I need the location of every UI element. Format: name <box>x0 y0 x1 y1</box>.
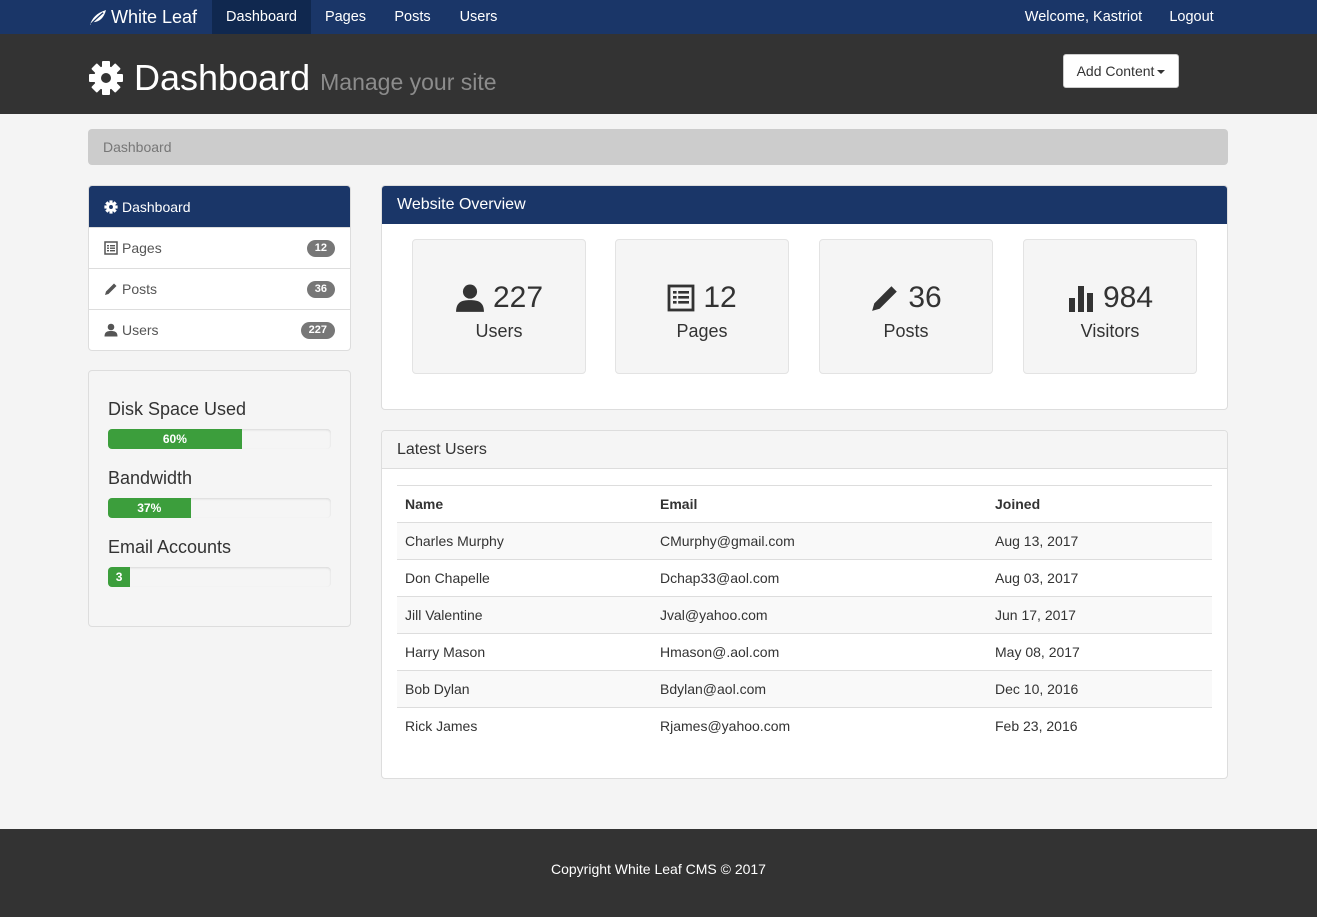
column-header-email: Email <box>652 485 987 523</box>
brand-label: White Leaf <box>111 6 198 27</box>
nav-pages[interactable]: Pages <box>311 0 380 34</box>
sidebar-item-label: Dashboard <box>122 198 191 215</box>
user-joined-cell: Dec 10, 2016 <box>987 670 1212 708</box>
pages-stat-card[interactable]: 12 Pages <box>615 239 789 374</box>
user-name-cell: Charles Murphy <box>397 522 652 560</box>
user-name-cell: Don Chapelle <box>397 559 652 597</box>
count-badge: 12 <box>306 239 335 257</box>
bar-chart-icon <box>1068 286 1093 312</box>
visitors-count: 984 <box>1102 281 1154 314</box>
disk-space-progress-bar: 60% <box>108 429 242 449</box>
page-footer: Copyright White Leaf CMS © 2017 <box>0 829 1317 917</box>
usage-stats-panel: Disk Space Used 60% Bandwidth 37% Email … <box>88 370 351 627</box>
add-content-button[interactable]: Add Content <box>1063 54 1179 88</box>
sidebar-item-dashboard[interactable]: Dashboard <box>89 186 350 227</box>
posts-card-label: Posts <box>883 321 929 341</box>
user-name-cell: Harry Mason <box>397 633 652 671</box>
sidebar-item-posts[interactable]: Posts 36 <box>89 268 350 309</box>
sidebar-item-users[interactable]: Users 227 <box>89 309 350 350</box>
table-row: Don Chapelle Dchap33@aol.com Aug 03, 201… <box>397 559 1212 597</box>
nav-dashboard[interactable]: Dashboard <box>212 0 311 34</box>
table-row: Rick James Rjames@yahoo.com Feb 23, 2016 <box>397 707 1212 745</box>
latest-users-panel: Latest Users Name Email Joined Charles M… <box>381 430 1228 779</box>
top-navbar: White Leaf Dashboard Pages Posts Users W… <box>0 0 1317 34</box>
user-joined-cell: May 08, 2017 <box>987 633 1212 671</box>
disk-space-label: Disk Space Used <box>108 399 247 419</box>
visitors-stat-card[interactable]: 984 Visitors <box>1023 239 1197 374</box>
page-title-group: Dashboard Manage your site <box>88 54 497 99</box>
sidebar-menu: Dashboard Pages 12 Posts 36 Users 227 <box>88 185 351 351</box>
leaf-icon <box>89 9 106 25</box>
user-email-cell: Jval@yahoo.com <box>652 596 987 634</box>
posts-count: 36 <box>908 281 942 314</box>
users-count: 227 <box>492 281 544 314</box>
welcome-user-link[interactable]: Welcome, Kastriot <box>1012 0 1155 34</box>
table-row: Harry Mason Hmason@.aol.com May 08, 2017 <box>397 633 1212 671</box>
nav-users[interactable]: Users <box>445 0 512 34</box>
email-accounts-progress-bar: 3 <box>108 567 131 587</box>
page-header: Dashboard Manage your site Add Content <box>0 34 1317 114</box>
list-icon <box>104 241 118 255</box>
email-accounts-label: Email Accounts <box>108 537 232 557</box>
count-badge: 36 <box>306 280 335 298</box>
page-subtitle: Manage your site <box>320 69 497 95</box>
sidebar-item-label: Posts <box>122 281 158 297</box>
disk-space-progress: 60% <box>108 429 331 449</box>
sidebar-item-pages[interactable]: Pages 12 <box>89 227 350 268</box>
latest-users-title: Latest Users <box>382 431 1227 469</box>
users-card-label: Users <box>475 321 523 341</box>
table-row: Bob Dylan Bdylan@aol.com Dec 10, 2016 <box>397 670 1212 708</box>
user-name-cell: Bob Dylan <box>397 670 652 708</box>
nav-posts[interactable]: Posts <box>380 0 445 34</box>
breadcrumb-current: Dashboard <box>103 139 172 155</box>
user-name-cell: Rick James <box>397 707 652 745</box>
user-email-cell: Rjames@yahoo.com <box>652 707 987 745</box>
sidebar-item-label: Users <box>122 322 159 338</box>
visitors-card-label: Visitors <box>1080 321 1140 341</box>
email-accounts-progress: 3 <box>108 567 331 587</box>
user-email-cell: CMurphy@gmail.com <box>652 522 987 560</box>
bandwidth-label: Bandwidth <box>108 468 193 488</box>
user-joined-cell: Jun 17, 2017 <box>987 596 1212 634</box>
bandwidth-progress: 37% <box>108 498 331 518</box>
add-content-label: Add Content <box>1076 63 1155 79</box>
user-joined-cell: Aug 03, 2017 <box>987 559 1212 597</box>
user-joined-cell: Feb 23, 2016 <box>987 707 1212 745</box>
gear-icon <box>89 61 123 95</box>
count-badge: 227 <box>300 321 335 339</box>
caret-down-icon <box>1157 70 1166 75</box>
gear-icon <box>104 199 118 214</box>
user-icon <box>104 323 118 337</box>
user-name-cell: Jill Valentine <box>397 596 652 634</box>
posts-stat-card[interactable]: 36 Posts <box>819 239 993 374</box>
latest-users-table: Name Email Joined Charles Murphy CMurphy… <box>397 485 1212 745</box>
breadcrumb: Dashboard <box>88 129 1228 165</box>
user-email-cell: Dchap33@aol.com <box>652 559 987 597</box>
page-title: Dashboard <box>134 57 311 98</box>
logout-link[interactable]: Logout <box>1155 0 1228 34</box>
user-email-cell: Bdylan@aol.com <box>652 670 987 708</box>
pencil-icon <box>104 282 118 296</box>
bandwidth-progress-bar: 37% <box>108 498 191 518</box>
pencil-icon <box>872 286 898 311</box>
user-joined-cell: Aug 13, 2017 <box>987 522 1212 560</box>
users-stat-card[interactable]: 227 Users <box>412 239 586 374</box>
table-row: Jill Valentine Jval@yahoo.com Jun 17, 20… <box>397 596 1212 634</box>
column-header-joined: Joined <box>987 485 1212 523</box>
column-header-name: Name <box>397 485 652 523</box>
pages-count: 12 <box>703 281 737 314</box>
table-row: Charles Murphy CMurphy@gmail.com Aug 13,… <box>397 522 1212 560</box>
list-icon <box>667 284 695 312</box>
brand-link[interactable]: White Leaf <box>88 0 197 34</box>
table-header-row: Name Email Joined <box>397 485 1212 523</box>
copyright-text: Copyright White Leaf CMS © 2017 <box>551 861 766 877</box>
website-overview-panel: Website Overview 227 Users 12 Pages 36 P… <box>381 185 1228 410</box>
website-overview-title: Website Overview <box>382 186 1227 224</box>
sidebar-item-label: Pages <box>122 240 162 256</box>
user-icon <box>456 284 484 312</box>
user-email-cell: Hmason@.aol.com <box>652 633 987 671</box>
pages-card-label: Pages <box>676 321 728 341</box>
